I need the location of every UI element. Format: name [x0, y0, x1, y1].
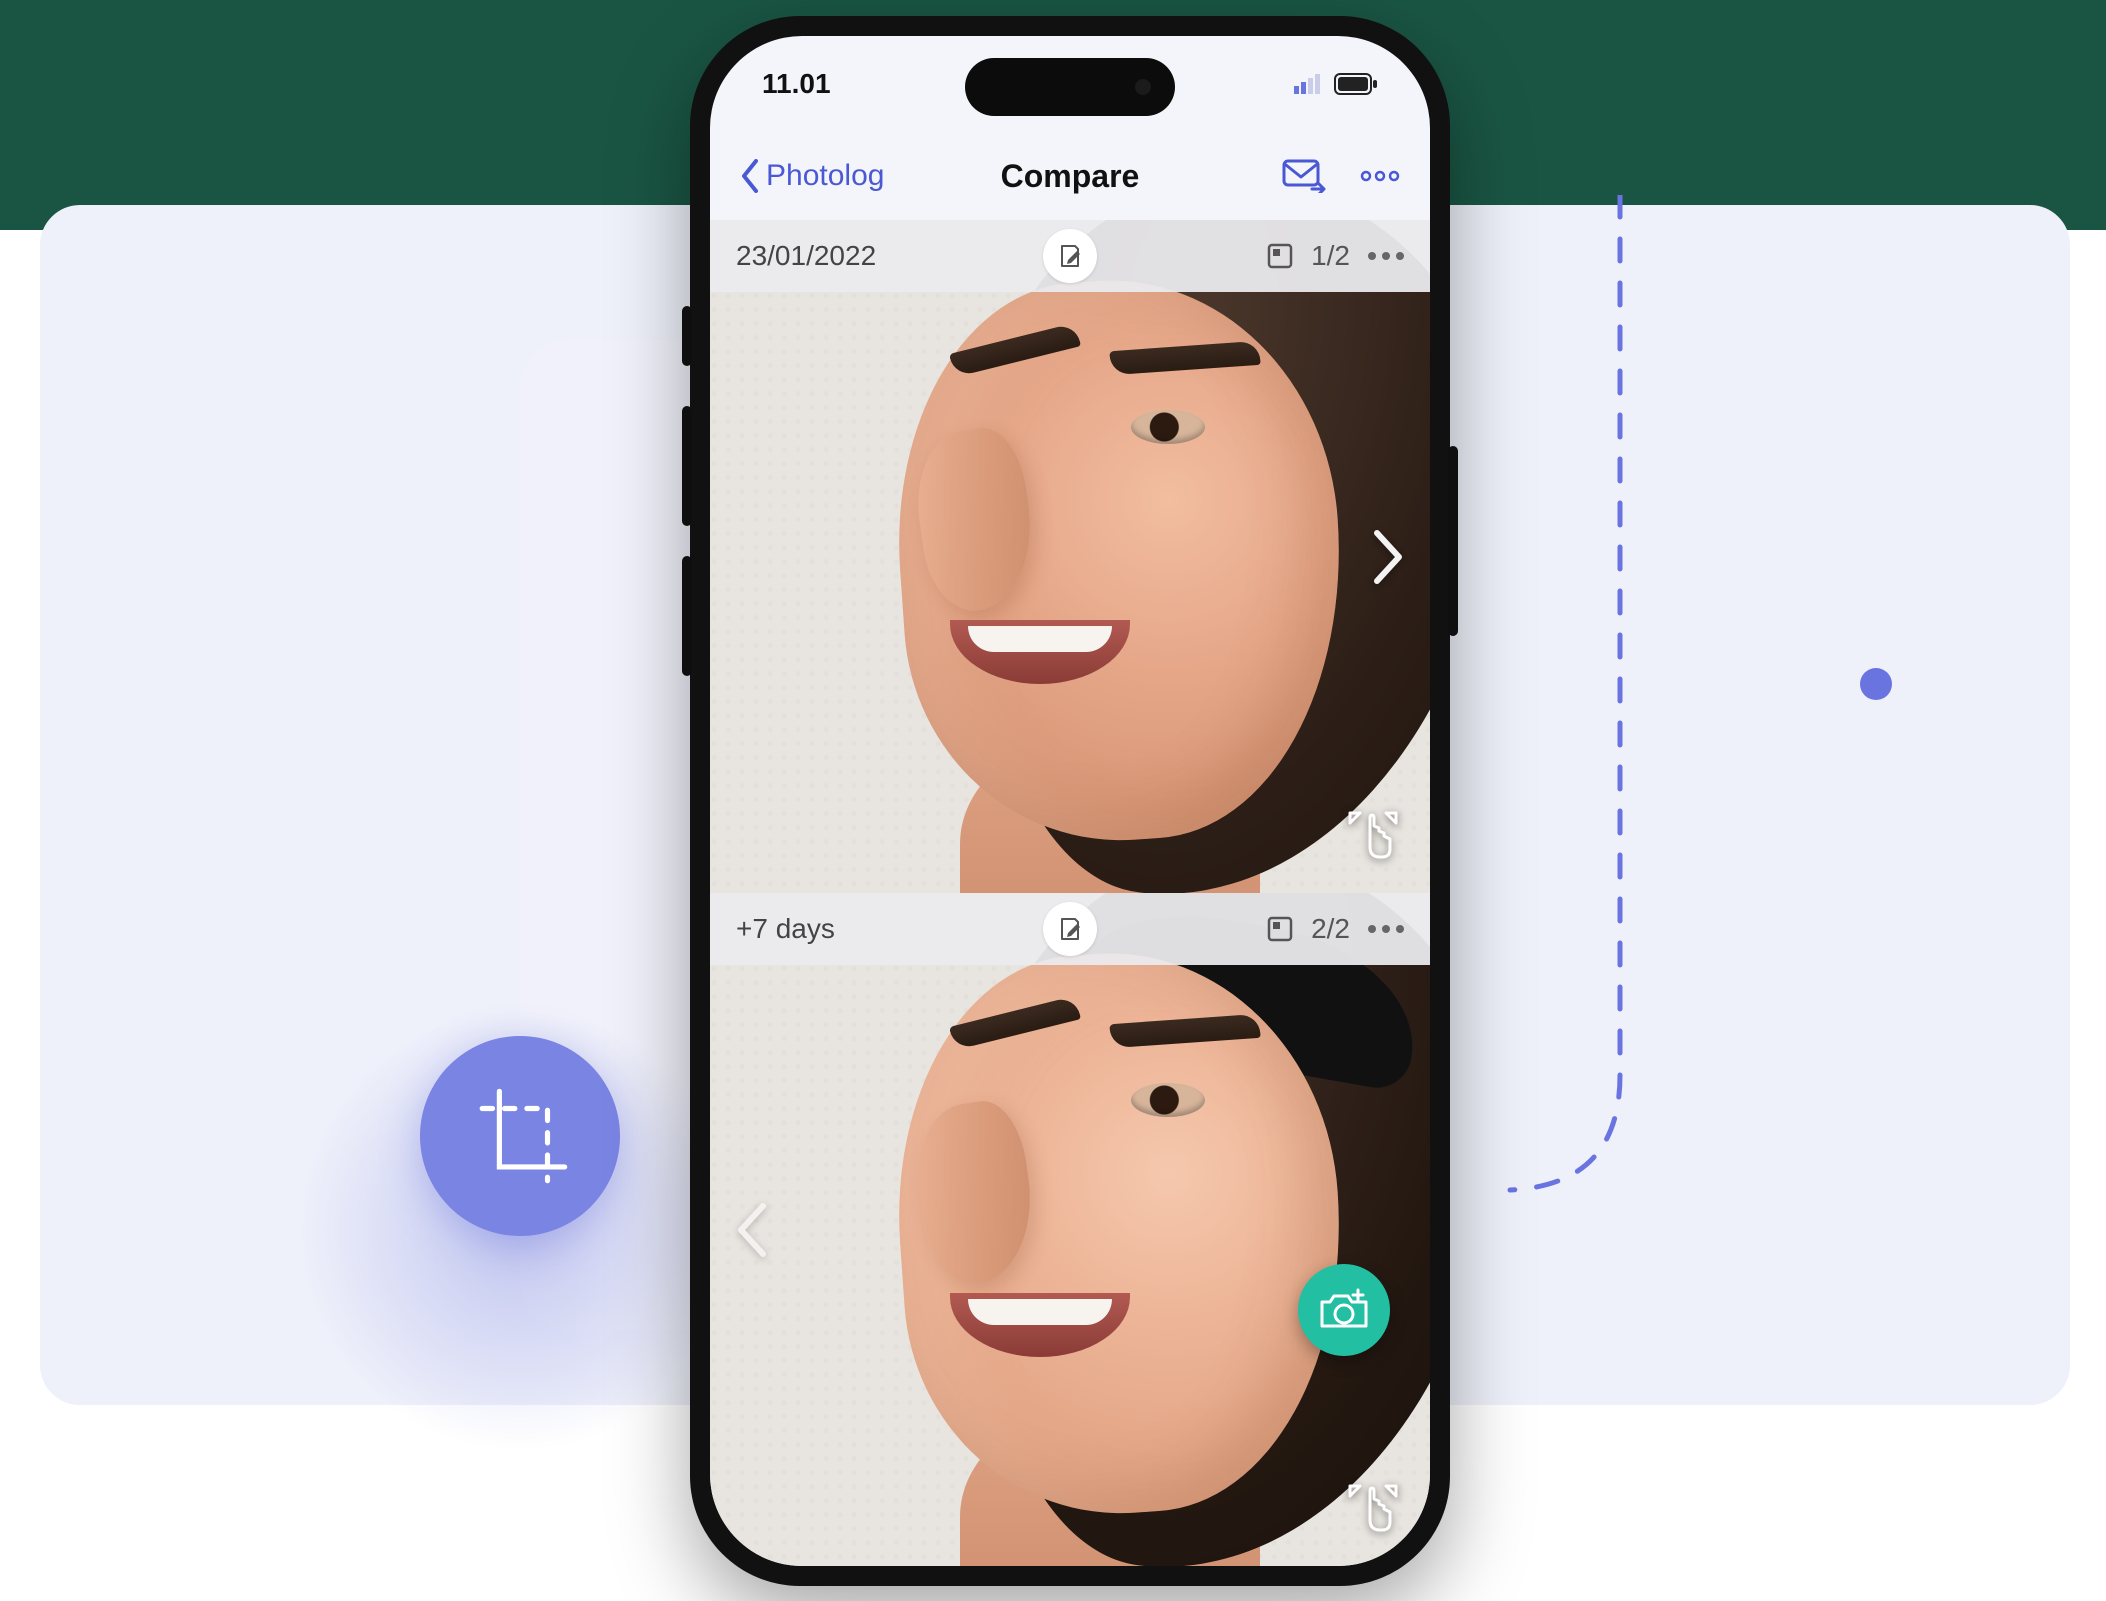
phone-volume-down-button	[682, 556, 692, 676]
share-mail-icon[interactable]	[1282, 159, 1326, 193]
edit-note-button[interactable]	[1043, 902, 1097, 956]
more-options-icon[interactable]	[1360, 170, 1400, 182]
edit-note-icon	[1056, 915, 1084, 943]
status-time: 11.01	[762, 68, 831, 100]
pinch-zoom-hint	[1342, 1478, 1404, 1540]
pinch-zoom-icon	[1342, 805, 1404, 867]
phone-notch	[965, 58, 1175, 116]
add-photo-button[interactable]	[1298, 1264, 1390, 1356]
photo-after[interactable]	[710, 893, 1430, 1566]
battery-icon	[1334, 73, 1378, 95]
image-count-icon	[1267, 243, 1293, 269]
back-button[interactable]: Photolog	[740, 159, 884, 193]
phone-side-button	[682, 306, 692, 366]
chevron-right-icon	[1371, 527, 1405, 587]
photo-before[interactable]	[710, 220, 1430, 893]
edit-note-button[interactable]	[1043, 229, 1097, 283]
pane-counter: 1/2	[1311, 240, 1350, 272]
pane-more-button[interactable]	[1368, 925, 1404, 933]
compare-panes: 23/01/2022 1/2	[710, 220, 1430, 1566]
crop-badge	[420, 1036, 620, 1236]
crop-icon	[465, 1081, 575, 1191]
page-title: Compare	[1001, 158, 1140, 195]
camera-plus-icon	[1318, 1288, 1370, 1332]
phone-screen: 11.01 Photolo	[710, 36, 1430, 1566]
pane-header: +7 days 2/2	[710, 893, 1430, 965]
decorative-dot	[1860, 668, 1892, 700]
chevron-left-icon	[735, 1200, 769, 1260]
next-photo-button[interactable]	[1368, 522, 1408, 592]
back-label: Photolog	[766, 159, 884, 193]
pane-date-label: +7 days	[736, 913, 835, 945]
pinch-zoom-hint	[1342, 805, 1404, 867]
phone-power-button	[1448, 446, 1458, 636]
compare-pane-before: 23/01/2022 1/2	[710, 220, 1430, 893]
phone-volume-up-button	[682, 406, 692, 526]
signal-icon	[1294, 74, 1324, 94]
pinch-zoom-icon	[1342, 1478, 1404, 1540]
pane-more-button[interactable]	[1368, 252, 1404, 260]
pane-counter: 2/2	[1311, 913, 1350, 945]
image-count-icon	[1267, 916, 1293, 942]
chevron-left-icon	[740, 159, 760, 193]
edit-note-icon	[1056, 242, 1084, 270]
nav-bar: Photolog Compare	[710, 132, 1430, 220]
prev-photo-button[interactable]	[732, 1195, 772, 1265]
phone-device-frame: 11.01 Photolo	[690, 16, 1450, 1586]
pane-date-label: 23/01/2022	[736, 240, 876, 272]
compare-pane-after: +7 days 2/2	[710, 893, 1430, 1566]
pane-header: 23/01/2022 1/2	[710, 220, 1430, 292]
